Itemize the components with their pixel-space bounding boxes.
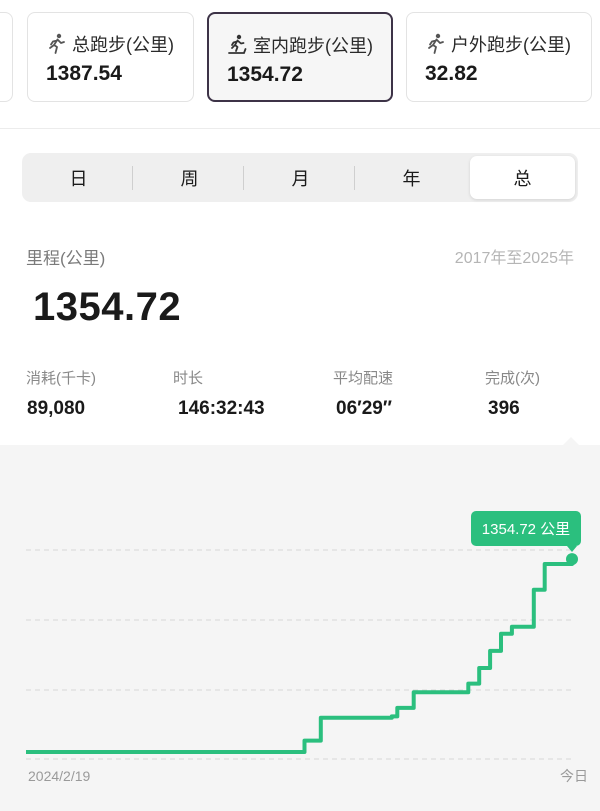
series-end-point[interactable] [566, 553, 578, 566]
chart-tooltip: 1354.72 公里 [471, 511, 581, 546]
distance-chart: 2024/2/19 今日 [26, 549, 588, 784]
x-tick-end: 今日 [560, 768, 588, 784]
series-line [26, 559, 574, 754]
chart-tooltip-pointer [567, 546, 577, 552]
running-stats-screen: 总跑步(公里) 1387.54 室内跑步(公里) 1354.72 户外跑步(公里… [0, 0, 600, 811]
x-tick-start: 2024/2/19 [28, 768, 90, 784]
